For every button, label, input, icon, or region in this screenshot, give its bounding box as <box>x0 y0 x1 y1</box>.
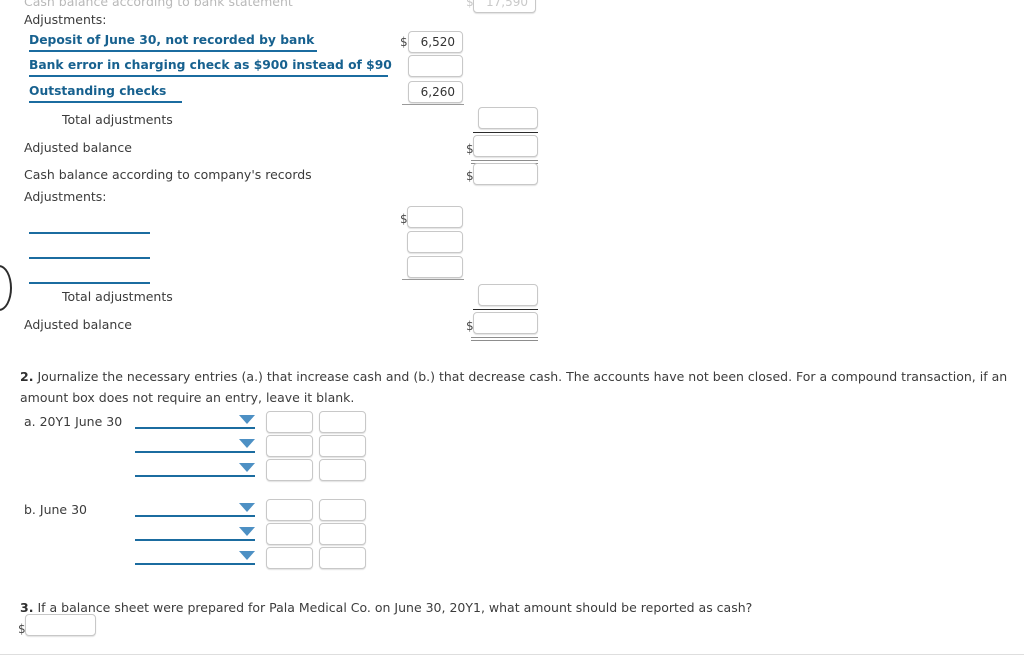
chevron-down-icon <box>239 463 255 472</box>
bank-adjustments-label: Adjustments: <box>24 12 107 27</box>
company-adjustment-line-1-label[interactable] <box>29 232 150 234</box>
bank-adjustment-line-3-input[interactable] <box>408 81 463 103</box>
question-3-cash-input[interactable] <box>25 614 96 636</box>
bank-adjustment-line-2-label[interactable]: Bank error in charging check as $900 ins… <box>29 58 392 77</box>
company-total-adjustments-rule <box>473 309 538 310</box>
entry-b-row-3-debit-input[interactable] <box>266 547 313 569</box>
bank-total-adjustments-rule <box>473 132 538 133</box>
entry-b-row-1-credit-input[interactable] <box>319 499 366 521</box>
company-adjustment-line-1-input[interactable] <box>407 206 463 228</box>
company-adjustment-line-2-input[interactable] <box>407 231 463 253</box>
entry-a-row-2-account-select[interactable] <box>135 437 255 453</box>
chevron-down-icon <box>239 551 255 560</box>
bank-adjustment-line-1-dollar: $ <box>400 35 408 49</box>
bank-adjustment-line-1-input[interactable] <box>408 31 463 53</box>
company-records-balance-input[interactable] <box>473 163 538 185</box>
worksheet-page: Cash balance according to bank statement… <box>0 0 1024 667</box>
company-adjustments-label: Adjustments: <box>24 189 107 204</box>
company-adjusted-balance-label: Adjusted balance <box>24 317 132 332</box>
company-adjustments-subtotal-rule <box>402 279 464 280</box>
entry-b-row-1-account-select[interactable] <box>135 501 255 517</box>
bank-statement-balance-label: Cash balance according to bank statement <box>24 0 293 9</box>
entry-a-date-label: a. 20Y1 June 30 <box>24 414 123 429</box>
bank-adjustment-line-3-label[interactable]: Outstanding checks <box>29 84 182 103</box>
company-adjustment-line-2-label[interactable] <box>29 257 150 259</box>
chevron-down-icon <box>239 439 255 448</box>
question-3-text: If a balance sheet were prepared for Pal… <box>37 600 753 615</box>
company-adjusted-balance-double-rule <box>471 337 538 341</box>
entry-b-row-2-account-select[interactable] <box>135 525 255 541</box>
company-adjustment-line-3-label[interactable] <box>29 282 150 284</box>
company-total-adjustments-label: Total adjustments <box>62 289 173 304</box>
entry-a-row-1-debit-input[interactable] <box>266 411 313 433</box>
entry-a-row-3-credit-input[interactable] <box>319 459 366 481</box>
entry-a-row-1-account-select[interactable] <box>135 413 255 429</box>
entry-b-row-1-debit-input[interactable] <box>266 499 313 521</box>
entry-a-row-3-account-select[interactable] <box>135 461 255 477</box>
entry-b-row-3-account-select[interactable] <box>135 549 255 565</box>
bank-total-adjustments-label: Total adjustments <box>62 112 173 127</box>
company-records-balance-label: Cash balance according to company's reco… <box>24 167 312 182</box>
chevron-down-icon <box>239 527 255 536</box>
entry-a-row-2-debit-input[interactable] <box>266 435 313 457</box>
bank-total-adjustments-input[interactable] <box>478 107 538 129</box>
company-total-adjustments-input[interactable] <box>478 284 538 306</box>
company-adjusted-balance-input[interactable] <box>473 312 538 334</box>
bank-adjusted-balance-input[interactable] <box>473 135 538 157</box>
question-3-block: 3. If a balance sheet were prepared for … <box>20 597 1024 618</box>
question-3-number: 3. <box>20 600 34 615</box>
bank-adjusted-balance-label: Adjusted balance <box>24 140 132 155</box>
page-bottom-divider <box>0 654 1024 655</box>
question-2-number: 2. <box>20 369 34 384</box>
bank-adjustment-line-1-label[interactable]: Deposit of June 30, not recorded by bank <box>29 33 317 52</box>
company-adjustment-line-3-input[interactable] <box>407 256 463 278</box>
entry-b-row-2-credit-input[interactable] <box>319 523 366 545</box>
entry-b-row-3-credit-input[interactable] <box>319 547 366 569</box>
cursor-arc-artifact <box>0 265 12 311</box>
entry-b-row-2-debit-input[interactable] <box>266 523 313 545</box>
bank-adjustments-subtotal-rule <box>402 104 464 105</box>
bank-statement-balance-input[interactable] <box>473 0 536 13</box>
question-2-text: Journalize the necessary entries (a.) th… <box>20 369 1008 405</box>
chevron-down-icon <box>239 503 255 512</box>
question-2-block: 2. Journalize the necessary entries (a.)… <box>20 366 1024 408</box>
bank-adjustment-line-2-input[interactable] <box>408 55 463 77</box>
entry-a-row-2-credit-input[interactable] <box>319 435 366 457</box>
entry-a-row-3-debit-input[interactable] <box>266 459 313 481</box>
entry-a-row-1-credit-input[interactable] <box>319 411 366 433</box>
entry-b-date-label: b. June 30 <box>24 502 87 517</box>
chevron-down-icon <box>239 415 255 424</box>
